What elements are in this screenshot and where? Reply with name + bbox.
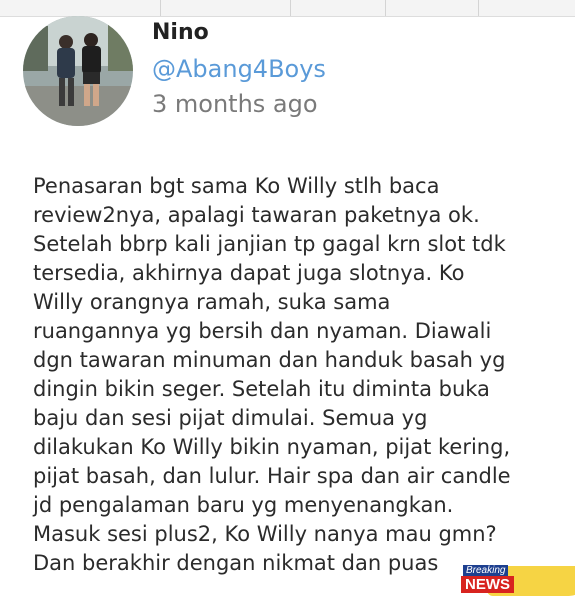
author-handle[interactable]: @Abang4Boys — [152, 55, 326, 83]
review-line: dilakukan Ko Willy bikin nyaman, pijat k… — [33, 435, 511, 459]
author-name[interactable]: Nino — [152, 20, 209, 45]
review-line: tersedia, akhirnya dapat juga slotnya. K… — [33, 261, 465, 285]
review-line: pijat basah, dan lulur. Hair spa dan air… — [33, 464, 511, 488]
review-line: Willy orangnya ramah, suka sama — [33, 290, 391, 314]
review-line: Setelah bbrp kali janjian tp gagal krn s… — [33, 232, 506, 256]
watermark-label-news: NEWS — [461, 576, 514, 593]
review-line: Penasaran bgt sama Ko Willy stlh baca — [33, 174, 440, 198]
table-divider — [385, 0, 386, 16]
top-table-strip — [0, 0, 575, 17]
avatar[interactable] — [23, 16, 133, 126]
table-divider — [160, 0, 161, 16]
table-divider — [478, 0, 479, 16]
review-line: dgn tawaran minuman dan handuk basah yg — [33, 348, 506, 372]
table-divider — [290, 0, 291, 16]
review-line: review2nya, apalagi tawaran paketnya ok. — [33, 203, 480, 227]
breaking-news-watermark: Breaking NEWS — [457, 562, 575, 596]
review-line: Masuk sesi plus2, Ko Willy nanya mau gmn… — [33, 522, 497, 546]
avatar-photo — [23, 16, 133, 126]
review-line: baju dan sesi pijat dimulai. Semua yg — [33, 406, 428, 430]
review-text: Penasaran bgt sama Ko Willy stlh baca re… — [33, 172, 573, 578]
post-timestamp: 3 months ago — [152, 90, 318, 118]
review-line: ruangannya yg bersih dan nyaman. Diawali — [33, 319, 492, 343]
review-line: jd pengalaman baru yg menyenangkan. — [33, 493, 454, 517]
review-line: dingin bikin seger. Setelah itu diminta … — [33, 377, 490, 401]
